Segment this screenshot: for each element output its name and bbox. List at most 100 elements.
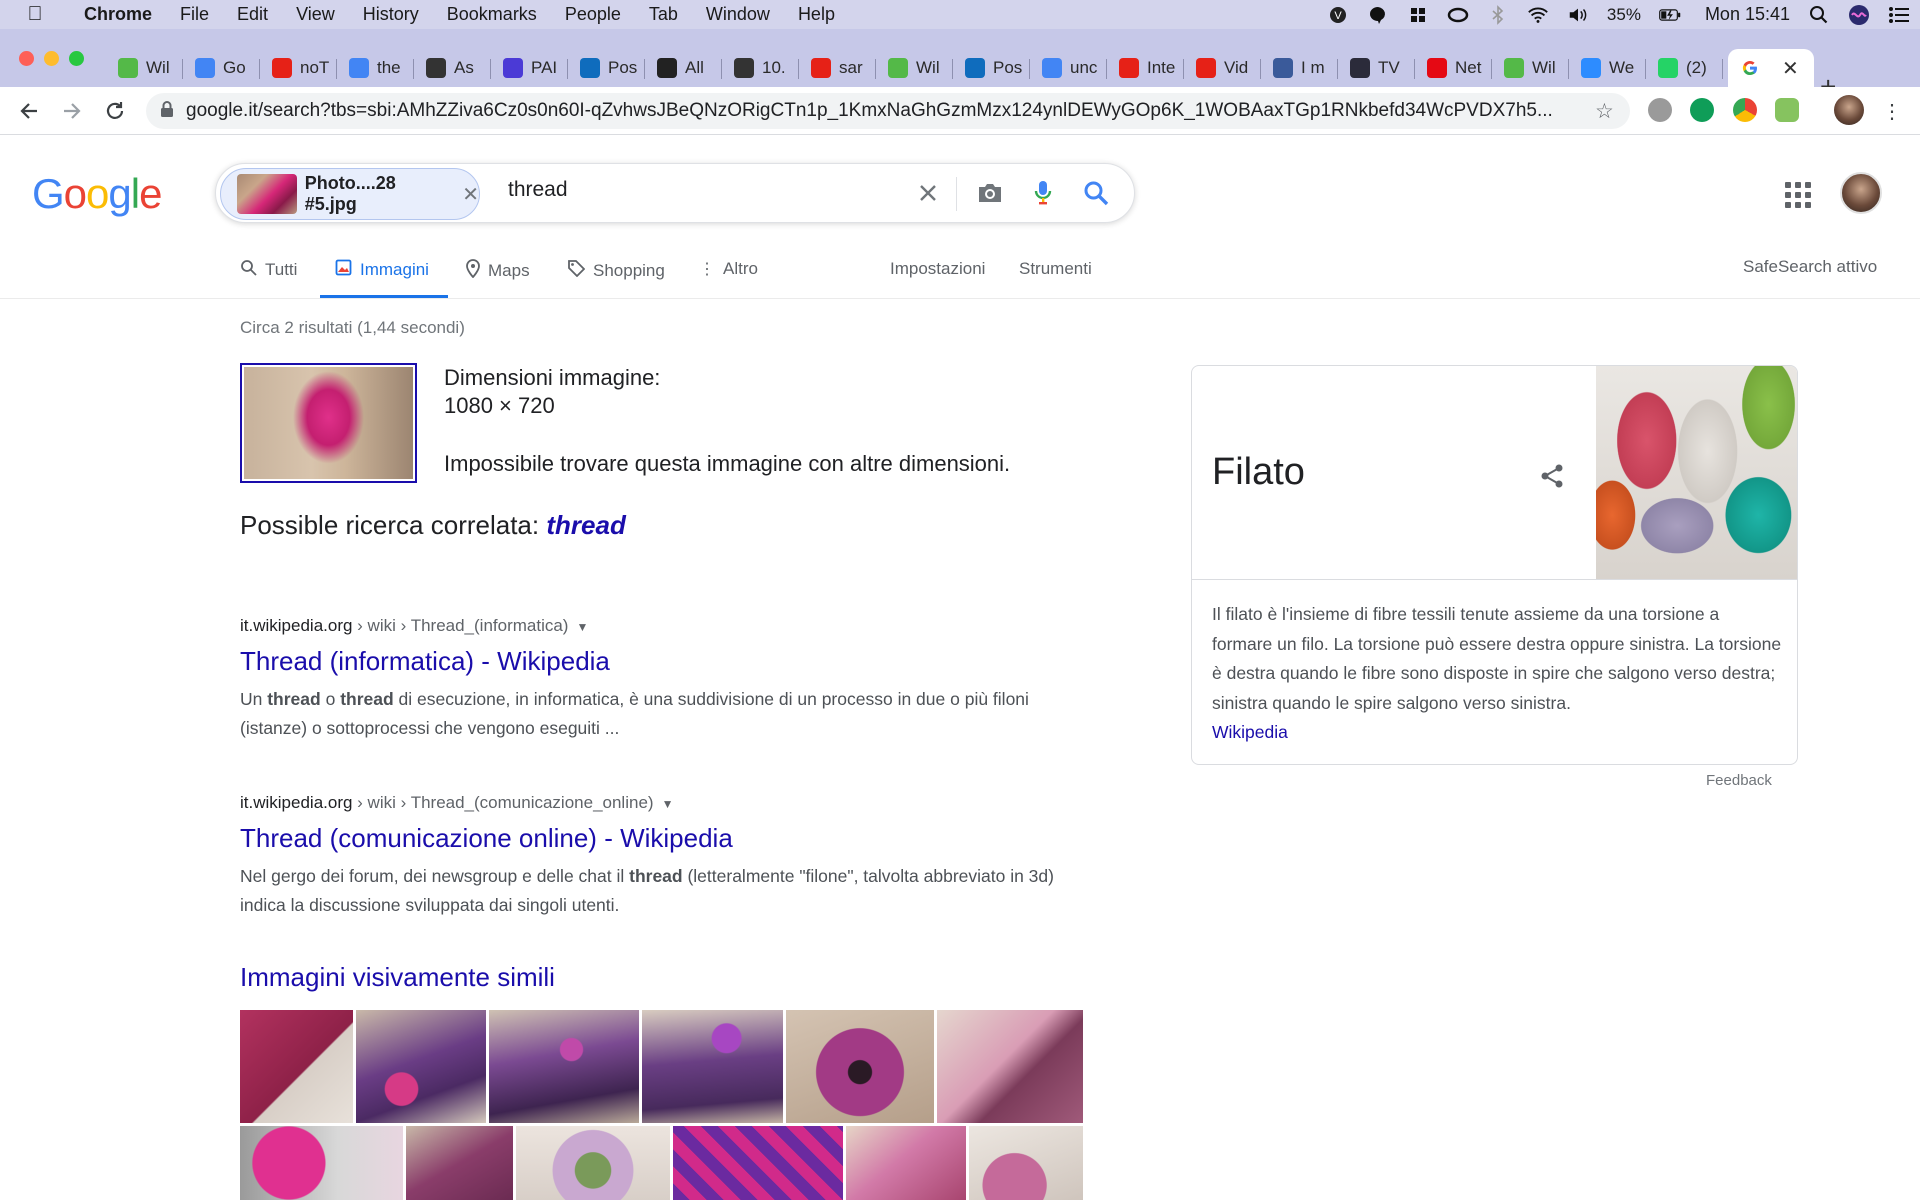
result-menu-caret-icon[interactable]: ▼ xyxy=(576,620,588,634)
browser-tab[interactable]: Go xyxy=(183,49,258,87)
account-avatar[interactable] xyxy=(1840,172,1882,214)
menu-clock[interactable]: Mon 15:41 xyxy=(1705,4,1790,25)
result-citation[interactable]: it.wikipedia.org › wiki › Thread_(inform… xyxy=(240,616,1080,636)
similar-image-thumbnail[interactable] xyxy=(786,1010,934,1123)
result-title-link[interactable]: Thread (informatica) - Wikipedia xyxy=(240,646,1080,677)
result-citation[interactable]: it.wikipedia.org › wiki › Thread_(comuni… xyxy=(240,793,1080,813)
browser-tab[interactable]: Wil xyxy=(1492,49,1567,87)
similar-image-thumbnail[interactable] xyxy=(846,1126,966,1200)
knowledge-panel-image[interactable] xyxy=(1596,366,1797,579)
image-query-chip[interactable]: Photo....28 #5.jpg ✕ xyxy=(220,168,480,220)
browser-tab[interactable]: Vid xyxy=(1184,49,1259,87)
share-icon[interactable] xyxy=(1537,461,1567,491)
extension-icon-puzzle[interactable] xyxy=(1775,98,1799,122)
safesearch-status[interactable]: SafeSearch attivo xyxy=(1743,257,1877,277)
browser-tab[interactable]: Pos xyxy=(568,49,643,87)
result-title-link[interactable]: Thread (comunicazione online) - Wikipedi… xyxy=(240,823,1080,854)
bluetooth-icon[interactable] xyxy=(1487,4,1509,26)
creative-cloud-icon[interactable] xyxy=(1447,4,1469,26)
tab-active-google[interactable]: ✕ xyxy=(1728,49,1814,87)
spotlight-search-icon[interactable] xyxy=(1808,4,1830,26)
menu-help[interactable]: Help xyxy=(784,4,849,25)
related-search-link[interactable]: thread xyxy=(546,510,625,540)
tab-immagini[interactable]: Immagini xyxy=(335,259,429,281)
feedback-link[interactable]: Feedback xyxy=(1706,772,1772,789)
window-close-button[interactable] xyxy=(19,51,34,66)
similar-image-thumbnail[interactable] xyxy=(516,1126,670,1200)
query-image-thumbnail[interactable] xyxy=(240,363,417,483)
menu-window[interactable]: Window xyxy=(692,4,784,25)
similar-image-thumbnail[interactable] xyxy=(642,1010,783,1123)
chrome-menu-icon[interactable]: ⋮ xyxy=(1878,97,1906,125)
browser-tab[interactable]: All xyxy=(645,49,720,87)
browser-tab[interactable]: the xyxy=(337,49,412,87)
similar-image-thumbnail[interactable] xyxy=(240,1010,353,1123)
apple-menu-icon[interactable]:  xyxy=(0,3,70,26)
tab-altro[interactable]: ⋮ Altro xyxy=(699,259,758,279)
menu-view[interactable]: View xyxy=(282,4,349,25)
window-zoom-button[interactable] xyxy=(69,51,84,66)
browser-tab[interactable]: 10. xyxy=(722,49,797,87)
camera-icon[interactable] xyxy=(975,178,1005,208)
browser-tab[interactable]: We xyxy=(1569,49,1644,87)
browser-tab[interactable]: sar xyxy=(799,49,874,87)
google-apps-icon[interactable] xyxy=(1785,182,1811,208)
browser-tab[interactable]: noT xyxy=(260,49,335,87)
vpn-status-icon[interactable]: V xyxy=(1327,4,1349,26)
browser-tab[interactable]: I m xyxy=(1261,49,1336,87)
similar-image-thumbnail[interactable] xyxy=(356,1010,486,1123)
browser-tab[interactable]: Wil xyxy=(876,49,951,87)
menu-tab[interactable]: Tab xyxy=(635,4,692,25)
wifi-icon[interactable] xyxy=(1527,4,1549,26)
volume-icon[interactable] xyxy=(1567,4,1589,26)
extension-icon-chrome[interactable] xyxy=(1733,98,1757,122)
url-text[interactable]: google.it/search?tbs=sbi:AMhZZiva6Cz0s0n… xyxy=(186,100,1581,122)
remove-image-icon[interactable]: ✕ xyxy=(462,182,479,207)
browser-tab[interactable]: As xyxy=(414,49,489,87)
menu-people[interactable]: People xyxy=(551,4,635,25)
browser-tab[interactable]: TV xyxy=(1338,49,1413,87)
menu-app-name[interactable]: Chrome xyxy=(70,4,166,25)
browser-tab[interactable]: Inte xyxy=(1107,49,1182,87)
clear-search-icon[interactable] xyxy=(913,178,943,208)
tab-shopping[interactable]: Shopping xyxy=(567,259,665,282)
search-submit-icon[interactable] xyxy=(1081,178,1111,208)
google-logo[interactable]: Google xyxy=(32,170,162,218)
dropbox-like-icon[interactable] xyxy=(1407,4,1429,26)
browser-tab[interactable]: Wil xyxy=(106,49,181,87)
search-box[interactable]: Photo....28 #5.jpg ✕ xyxy=(215,163,1135,223)
window-minimize-button[interactable] xyxy=(44,51,59,66)
similar-images-heading-link[interactable]: Immagini visivamente simili xyxy=(240,962,555,993)
address-bar[interactable]: google.it/search?tbs=sbi:AMhZZiva6Cz0s0n… xyxy=(146,93,1630,129)
battery-charging-icon[interactable] xyxy=(1659,4,1681,26)
browser-tab[interactable]: (2) xyxy=(1646,49,1721,87)
similar-image-thumbnail[interactable] xyxy=(673,1126,843,1200)
menu-edit[interactable]: Edit xyxy=(223,4,282,25)
tab-strumenti[interactable]: Strumenti xyxy=(1019,259,1092,279)
menu-history[interactable]: History xyxy=(349,4,433,25)
result-menu-caret-icon[interactable]: ▼ xyxy=(662,797,674,811)
siri-icon[interactable] xyxy=(1848,4,1870,26)
menu-bookmarks[interactable]: Bookmarks xyxy=(433,4,551,25)
knowledge-panel-source-link[interactable]: Wikipedia xyxy=(1212,718,1782,748)
similar-image-thumbnail[interactable] xyxy=(240,1126,403,1200)
similar-image-thumbnail[interactable] xyxy=(937,1010,1083,1123)
tab-impostazioni[interactable]: Impostazioni xyxy=(890,259,985,279)
microphone-icon[interactable] xyxy=(1028,178,1058,208)
lock-icon[interactable] xyxy=(160,100,174,123)
similar-image-thumbnail[interactable] xyxy=(969,1126,1083,1200)
similar-image-thumbnail[interactable] xyxy=(489,1010,639,1123)
tab-tutti[interactable]: Tutti xyxy=(240,259,297,281)
similar-image-thumbnail[interactable] xyxy=(406,1126,513,1200)
search-input[interactable] xyxy=(508,178,908,202)
profile-avatar[interactable] xyxy=(1834,95,1864,125)
tab-close-icon[interactable]: ✕ xyxy=(1782,56,1799,81)
browser-tab[interactable]: Pos xyxy=(953,49,1028,87)
bookmark-star-icon[interactable]: ☆ xyxy=(1595,99,1614,124)
forward-button[interactable] xyxy=(58,97,86,125)
extension-icon-grey[interactable] xyxy=(1648,98,1672,122)
reload-button[interactable] xyxy=(101,97,129,125)
browser-tab[interactable]: Net xyxy=(1415,49,1490,87)
extension-icon-green[interactable] xyxy=(1690,98,1714,122)
back-button[interactable] xyxy=(15,97,43,125)
